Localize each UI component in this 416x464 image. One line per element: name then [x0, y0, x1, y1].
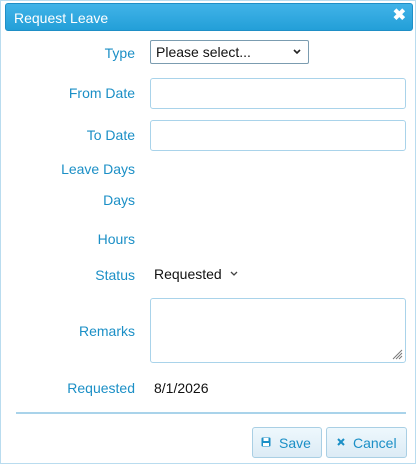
requested-value: 8/1/2026 [154, 380, 209, 396]
chevron-down-icon [293, 49, 301, 55]
remarks-label: Remarks [78, 323, 135, 339]
hours-label: Hours [97, 231, 135, 247]
request-leave-dialog: Request Leave ✖ Type Please select... Fr… [0, 0, 416, 464]
dialog-title: Request Leave [14, 10, 109, 26]
days-label: Days [103, 192, 135, 208]
remarks-textarea[interactable] [150, 298, 406, 363]
cancel-button-label: Cancel [353, 435, 397, 451]
floppy-disk-icon [261, 437, 271, 447]
footer-divider [16, 412, 406, 414]
to-date-label: To Date [86, 127, 135, 143]
type-select[interactable]: Please select... [150, 40, 309, 64]
from-date-field[interactable] [150, 78, 406, 109]
type-select-value: Please select... [156, 44, 251, 60]
status-label: Status [95, 267, 135, 283]
close-icon[interactable]: ✖ [393, 7, 406, 25]
to-date-field[interactable] [150, 120, 406, 151]
chevron-down-icon [230, 271, 238, 276]
type-label: Type [104, 45, 135, 61]
requested-label: Requested [67, 380, 135, 396]
dialog-titlebar[interactable]: Request Leave ✖ [5, 3, 413, 31]
save-button-label: Save [279, 435, 311, 451]
status-select[interactable]: Requested [150, 263, 242, 285]
cancel-button[interactable]: Cancel [326, 427, 407, 458]
from-date-label: From Date [68, 85, 135, 101]
resize-grip-icon[interactable] [391, 348, 403, 360]
close-x-icon [337, 438, 345, 446]
status-select-value: Requested [154, 266, 222, 282]
save-button[interactable]: Save [252, 427, 322, 458]
leave-days-label: Leave Days [61, 161, 135, 177]
